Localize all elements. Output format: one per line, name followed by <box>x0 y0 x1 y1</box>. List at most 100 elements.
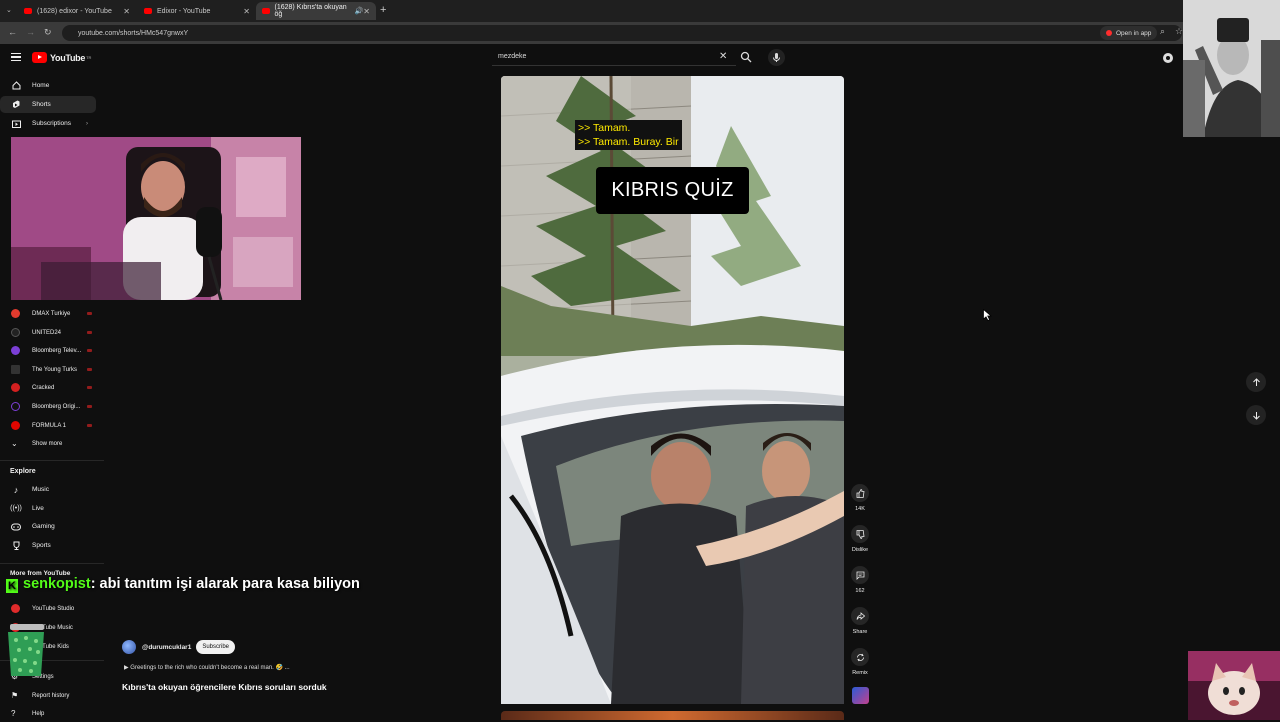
sidebar-item-label: Report history <box>32 692 70 699</box>
sidebar-item-subscriptions[interactable]: Subscriptions › <box>0 115 96 132</box>
youtube-play-icon <box>32 52 47 63</box>
sidebar-item-live[interactable]: ((•)) Live <box>0 500 96 517</box>
tab-label: (1628) edixor - YouTube <box>37 7 112 15</box>
chat-message: Ksenkopist: abi tanıtım işi alarak para … <box>6 576 360 593</box>
subscribe-button[interactable]: Subscribe <box>196 640 236 654</box>
reload-icon[interactable]: ↻ <box>44 27 52 38</box>
speaker-icon[interactable]: 🔊 <box>355 7 364 15</box>
channel-row: @durumcuklar1 Subscribe <box>122 640 236 654</box>
video-caption: >> Tamam. >> Tamam. Buray. Bir <box>575 120 682 150</box>
previous-short-button[interactable] <box>1246 372 1266 392</box>
mouse-cursor-icon <box>983 309 992 321</box>
show-more-button[interactable]: ⌄ Show more <box>0 435 96 452</box>
youtube-logo[interactable]: YouTube TR <box>32 52 91 63</box>
thumbs-up-icon <box>856 488 864 498</box>
sidebar-item-gaming[interactable]: Gaming <box>0 518 96 535</box>
sound-thumbnail[interactable] <box>852 687 869 704</box>
cat-webcam-overlay <box>1188 651 1280 720</box>
bookmark-star-icon[interactable]: ☆ <box>1175 26 1183 37</box>
channel-avatar <box>11 365 20 374</box>
menu-icon[interactable] <box>11 53 21 62</box>
like-button[interactable]: 14K <box>850 484 870 512</box>
tab-close-icon[interactable]: ✕ <box>243 7 250 16</box>
search-button[interactable] <box>740 50 752 68</box>
zoom-icon[interactable]: ⌕ <box>1160 26 1165 37</box>
sidebar-item-label: Gaming <box>32 523 55 530</box>
url-field[interactable]: youtube.com/shorts/HMc547gnwxY <box>62 25 1182 41</box>
comment-icon <box>856 571 864 580</box>
tab-label: Edixor - YouTube <box>157 7 211 15</box>
dislike-button[interactable]: Dislike <box>850 525 870 553</box>
sidebar-item-music[interactable]: ♪ Music <box>0 481 96 498</box>
sidebar-item-youtube-studio[interactable]: YouTube Studio <box>0 600 96 617</box>
show-more-label: Show more <box>32 440 63 447</box>
remix-button[interactable]: Remix <box>850 648 870 676</box>
create-icon[interactable] <box>1162 52 1174 64</box>
youtube-favicon-icon <box>144 8 152 14</box>
back-icon[interactable]: ← <box>8 27 17 37</box>
search-value: mezdeke <box>498 53 527 60</box>
video-overlay-title: KIBRIS QUİZ <box>596 167 749 214</box>
share-button[interactable]: Share <box>850 607 870 635</box>
share-label: Share <box>852 629 868 635</box>
channel-name[interactable]: @durumcuklar1 <box>142 644 191 651</box>
open-in-app-button[interactable]: Open in app <box>1100 26 1158 40</box>
live-icon: ((•)) <box>10 505 22 512</box>
next-short-preview[interactable] <box>501 711 844 720</box>
live-indicator-icon <box>87 331 92 334</box>
sidebar-item-shorts[interactable]: Shorts <box>0 96 96 113</box>
flag-icon: ⚑ <box>11 691 19 700</box>
remix-label: Remix <box>852 670 868 676</box>
share-icon <box>856 611 865 620</box>
sidebar-divider <box>0 563 104 564</box>
sidebar-item-label: YouTube Studio <box>32 605 75 612</box>
arrow-up-icon <box>1252 377 1260 386</box>
sidebar-item-home[interactable]: Home <box>0 77 96 94</box>
subscription-item[interactable]: Cracked <box>0 379 96 396</box>
subscription-item[interactable]: UNITED24 <box>0 324 96 341</box>
next-short-button[interactable] <box>1246 405 1266 425</box>
remix-icon <box>856 653 864 661</box>
tab-edixor-1[interactable]: (1628) edixor - YouTube ✕ <box>18 2 136 20</box>
channel-avatar <box>11 402 20 411</box>
browser-tab-bar: ⌄ (1628) edixor - YouTube ✕ Edixor - You… <box>0 0 1280 22</box>
search-input[interactable]: mezdeke <box>492 49 736 66</box>
subscription-item[interactable]: The Young Turks <box>0 361 96 378</box>
tab-close-icon[interactable]: ✕ <box>123 7 130 16</box>
tab-kibris-short[interactable]: (1628) Kıbrıs'ta okuyan öğ 🔊 ✕ <box>256 2 376 20</box>
subscription-item[interactable]: DMAX Turkiye <box>0 305 96 322</box>
subscription-label: FORMULA 1 <box>32 422 67 429</box>
channel-avatar <box>11 309 20 318</box>
live-indicator-icon <box>87 368 92 371</box>
open-in-app-label: Open in app <box>1116 29 1152 37</box>
music-icon: ♪ <box>13 484 19 495</box>
chevron-right-icon: › <box>86 120 88 127</box>
browser-address-bar: ← → ↻ youtube.com/shorts/HMc547gnwxY Ope… <box>0 22 1280 44</box>
streamer-webcam <box>11 137 301 300</box>
subscription-label: DMAX Turkiye <box>32 310 71 317</box>
live-indicator-icon <box>87 386 92 389</box>
chat-emote-image <box>8 624 44 676</box>
clear-search-icon[interactable]: ✕ <box>719 51 727 62</box>
comments-button[interactable]: 162 <box>850 566 870 594</box>
streamer-webcam-illustration <box>11 137 301 300</box>
tab-list-chevron-icon[interactable]: ⌄ <box>6 6 12 14</box>
subscription-item[interactable]: Bloomberg Telev... <box>0 342 96 359</box>
voice-search-button[interactable] <box>768 49 785 66</box>
sidebar-item-label: Shorts <box>32 101 51 108</box>
sidebar-item-help[interactable]: ? Help <box>0 705 96 722</box>
arrow-down-icon <box>1252 411 1260 420</box>
sidebar-item-sports[interactable]: Sports <box>0 537 96 554</box>
subscription-item[interactable]: FORMULA 1 <box>0 417 96 434</box>
tab-close-icon[interactable]: ✕ <box>363 7 370 16</box>
forward-icon[interactable]: → <box>26 27 35 37</box>
video-description[interactable]: ▶ Greetings to the rich who couldn't bec… <box>124 664 290 671</box>
subscription-item[interactable]: Bloomberg Origi... <box>0 398 96 415</box>
chevron-down-icon: ⌄ <box>11 439 18 448</box>
tab-edixor-2[interactable]: Edixor - YouTube ✕ <box>138 2 256 20</box>
channel-avatar[interactable] <box>122 640 136 654</box>
new-tab-icon[interactable]: + <box>380 4 386 16</box>
live-indicator-icon <box>87 424 92 427</box>
sidebar-item-report-history[interactable]: ⚑ Report history <box>0 687 96 704</box>
kick-badge-icon: K <box>6 579 18 593</box>
